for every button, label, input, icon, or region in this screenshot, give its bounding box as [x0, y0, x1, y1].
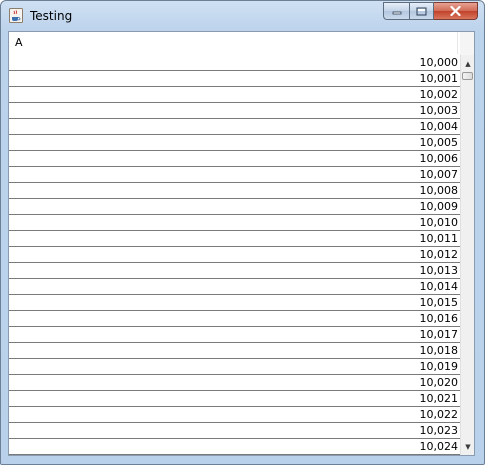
- table-row[interactable]: 10,013: [9, 263, 460, 279]
- table-header: A: [9, 32, 460, 56]
- table-row[interactable]: 10,020: [9, 375, 460, 391]
- table-row[interactable]: 10,015: [9, 295, 460, 311]
- table-row[interactable]: 10,018: [9, 343, 460, 359]
- table-row[interactable]: 10,024: [9, 439, 460, 455]
- table-row[interactable]: 10,014: [9, 279, 460, 295]
- window-title: Testing: [30, 9, 73, 23]
- scroll-down-button[interactable]: ▼: [461, 438, 474, 455]
- minimize-icon: [392, 11, 401, 15]
- header-corner: [460, 32, 474, 55]
- table-row[interactable]: 10,019: [9, 359, 460, 375]
- table-row[interactable]: 10,004: [9, 119, 460, 135]
- table-row[interactable]: 10,022: [9, 407, 460, 423]
- table-row[interactable]: 10,007: [9, 167, 460, 183]
- table-row[interactable]: 10,017: [9, 327, 460, 343]
- close-icon: [450, 6, 461, 16]
- arrow-up-icon: ▲: [465, 59, 471, 68]
- table-row[interactable]: 10,012: [9, 247, 460, 263]
- close-button[interactable]: [434, 2, 478, 20]
- table-row[interactable]: 10,005: [9, 135, 460, 151]
- table-scroll-pane: A 10,000 10,001 10,002 10,003 10,004 10,005 10…: [8, 31, 475, 456]
- app-window: Testing A 10,000 10,001 10,002 10,003 10…: [0, 0, 485, 465]
- maximize-icon: [416, 7, 427, 15]
- table-row[interactable]: 10,006: [9, 151, 460, 167]
- table-row[interactable]: 10,016: [9, 311, 460, 327]
- maximize-button[interactable]: [409, 2, 434, 20]
- table-row[interactable]: 10,000: [9, 55, 460, 71]
- table-row[interactable]: 10,003: [9, 103, 460, 119]
- column-header-a[interactable]: A: [9, 32, 458, 54]
- scroll-up-button[interactable]: ▲: [461, 55, 474, 72]
- table-row[interactable]: 10,009: [9, 199, 460, 215]
- arrow-down-icon: ▼: [465, 442, 471, 451]
- table-row[interactable]: 10,011: [9, 231, 460, 247]
- minimize-button[interactable]: [383, 2, 409, 20]
- table-row[interactable]: 10,002: [9, 87, 460, 103]
- table-row[interactable]: 10,010: [9, 215, 460, 231]
- window-controls: [383, 2, 478, 21]
- table-row[interactable]: 10,023: [9, 423, 460, 439]
- table-row[interactable]: 10,001: [9, 71, 460, 87]
- table-body: 10,000 10,001 10,002 10,003 10,004 10,005 10,0…: [9, 55, 460, 455]
- table-row[interactable]: 10,021: [9, 391, 460, 407]
- title-bar[interactable]: Testing: [1, 1, 484, 31]
- table-row[interactable]: 10,008: [9, 183, 460, 199]
- vertical-scrollbar[interactable]: ▲ ▼: [460, 55, 474, 455]
- java-cup-icon: [9, 8, 23, 23]
- scrollbar-thumb[interactable]: [462, 72, 473, 80]
